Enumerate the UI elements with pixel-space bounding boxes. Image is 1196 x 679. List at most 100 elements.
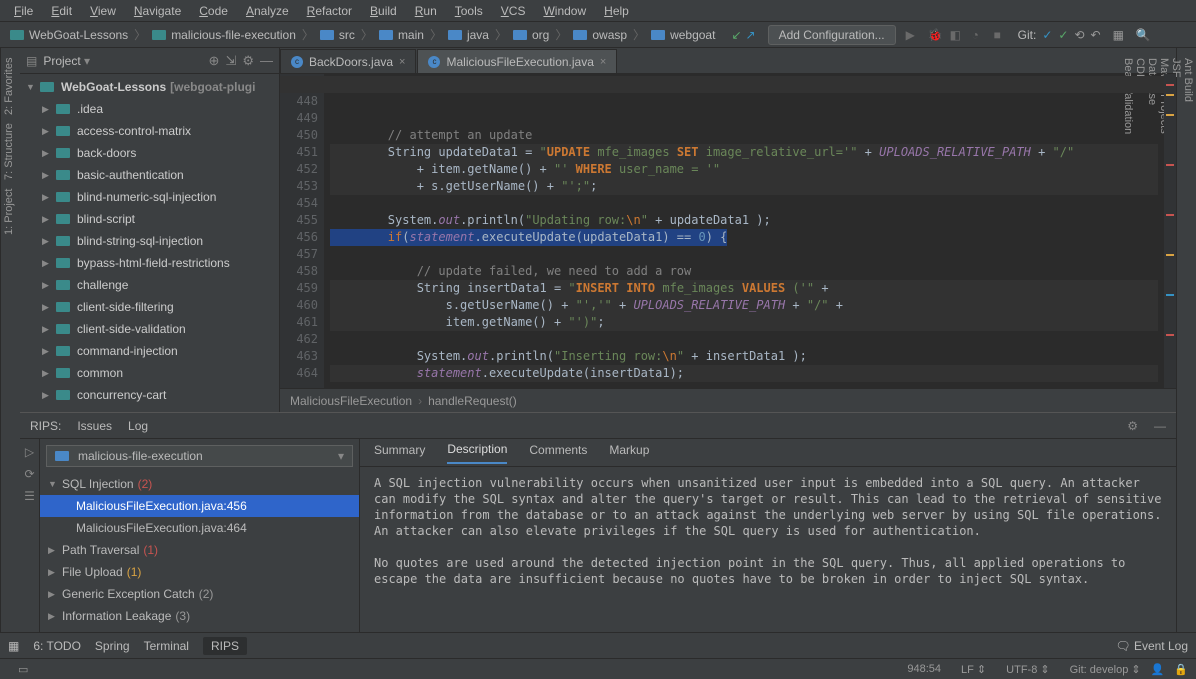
menu-file[interactable]: File xyxy=(6,2,41,20)
tree-item[interactable]: ▶concurrency-cart xyxy=(20,384,279,406)
breadcrumb-item[interactable]: malicious-file-execution xyxy=(148,27,300,43)
tree-item[interactable]: ▶bypass-html-field-restrictions xyxy=(20,252,279,274)
ide-settings-icon[interactable]: ▦ xyxy=(1113,28,1124,42)
git-revert-icon[interactable]: ↶ xyxy=(1091,28,1101,42)
rips-filter-icon[interactable]: ☰ xyxy=(24,489,35,503)
menu-code[interactable]: Code xyxy=(191,2,236,20)
status-processes-icon[interactable]: ▭ xyxy=(18,663,28,676)
left-tool----structure[interactable]: 7: Structure xyxy=(3,123,18,180)
status-lock-icon[interactable]: 🔒 xyxy=(1174,663,1188,676)
coverage-icon[interactable]: ◧ xyxy=(950,28,964,42)
editor-tab[interactable]: cBackDoors.java× xyxy=(280,49,416,73)
menu-analyze[interactable]: Analyze xyxy=(238,2,297,20)
left-tool----favorites[interactable]: 2: Favorites xyxy=(3,58,18,115)
rips-refresh-icon[interactable]: ⟳ xyxy=(24,467,34,481)
project-view-selector[interactable]: Project ▾ xyxy=(43,54,202,68)
profile-icon[interactable]: ◔ xyxy=(972,28,986,42)
tree-item[interactable]: ▶client-side-validation xyxy=(20,318,279,340)
tree-item[interactable]: ▶common xyxy=(20,362,279,384)
status-line-ending[interactable]: LF ⇕ xyxy=(951,663,986,676)
menu-refactor[interactable]: Refactor xyxy=(299,2,360,20)
tree-root[interactable]: ▼WebGoat-Lessons [webgoat-plugi xyxy=(20,76,279,98)
issue-category[interactable]: ▶ Path Traversal (1) xyxy=(40,539,359,561)
issue-category[interactable]: ▶ File Upload (1) xyxy=(40,561,359,583)
status-encoding[interactable]: UTF-8 ⇕ xyxy=(996,663,1049,676)
issue-file[interactable]: MaliciousFileExecution.java:456 xyxy=(40,495,359,517)
event-log-button[interactable]: 🗨 Event Log xyxy=(1115,639,1188,653)
rips-run-icon[interactable]: ▷ xyxy=(25,445,34,459)
vcs-up-icon[interactable]: ↙ xyxy=(731,28,741,42)
breadcrumb-item[interactable]: org xyxy=(509,27,553,43)
breadcrumb-item[interactable]: java xyxy=(444,27,493,43)
status-git-branch[interactable]: Git: develop ⇕ xyxy=(1060,663,1141,676)
menu-tools[interactable]: Tools xyxy=(447,2,491,20)
menu-run[interactable]: Run xyxy=(407,2,445,20)
rips-tab-log[interactable]: Log xyxy=(128,419,148,433)
status-caret-pos[interactable]: 948:54 xyxy=(907,663,941,675)
menu-build[interactable]: Build xyxy=(362,2,405,20)
tree-item[interactable]: ▶client-side-filtering xyxy=(20,296,279,318)
editor-breadcrumb[interactable]: MaliciousFileExecution›handleRequest() xyxy=(280,388,1176,412)
tree-item[interactable]: ▶access-control-matrix xyxy=(20,120,279,142)
code-area[interactable]: Statement statement = connection.createS… xyxy=(324,74,1164,388)
git-update-icon[interactable]: ✓ xyxy=(1042,28,1052,42)
tree-item[interactable]: ▶challenge xyxy=(20,274,279,296)
desc-tab-description[interactable]: Description xyxy=(447,442,507,464)
menu-bar: FileEditViewNavigateCodeAnalyzeRefactorB… xyxy=(0,0,1196,22)
status-inspection-icon[interactable]: 👤 xyxy=(1151,663,1165,676)
menu-navigate[interactable]: Navigate xyxy=(126,2,189,20)
rips-module-selector[interactable]: malicious-file-execution ▾ xyxy=(46,445,353,467)
breadcrumb-item[interactable]: main xyxy=(375,27,428,43)
git-history-icon[interactable]: ⟲ xyxy=(1074,28,1084,42)
tree-item[interactable]: ▶command-injection xyxy=(20,340,279,362)
desc-tab-summary[interactable]: Summary xyxy=(374,443,425,463)
error-stripe[interactable] xyxy=(1164,74,1176,388)
tree-item[interactable]: ▶blind-numeric-sql-injection xyxy=(20,186,279,208)
hide-icon[interactable]: — xyxy=(260,53,273,68)
stop-icon[interactable]: ■ xyxy=(994,28,1008,42)
search-everywhere-icon[interactable]: 🔍 xyxy=(1136,28,1151,42)
issue-category[interactable]: ▶ Information Leakage (3) xyxy=(40,605,359,627)
breadcrumb-item[interactable]: owasp xyxy=(569,27,631,43)
tree-item[interactable]: ▶blind-string-sql-injection xyxy=(20,230,279,252)
run-icon[interactable]: ▶ xyxy=(906,28,920,42)
tree-item[interactable]: ▶blind-script xyxy=(20,208,279,230)
settings-icon[interactable]: ⚙ xyxy=(242,53,254,69)
issue-category[interactable]: ▶ Generic Exception Catch (2) xyxy=(40,583,359,605)
tree-item[interactable]: ▶back-doors xyxy=(20,142,279,164)
editor-tab[interactable]: cMaliciousFileExecution.java× xyxy=(417,49,617,73)
desc-tab-markup[interactable]: Markup xyxy=(609,443,649,463)
left-tool----project[interactable]: 1: Project xyxy=(3,188,18,234)
breadcrumb-item[interactable]: src xyxy=(316,27,359,43)
breadcrumb-item[interactable]: WebGoat-Lessons xyxy=(6,27,132,43)
collapse-all-icon[interactable]: ⇲ xyxy=(225,53,236,69)
editor-gutter[interactable]: 447 448 449 450 451 452 453 454 455 456 … xyxy=(280,74,324,388)
tree-item[interactable]: ▶basic-authentication xyxy=(20,164,279,186)
desc-tab-comments[interactable]: Comments xyxy=(529,443,587,463)
close-tab-icon[interactable]: × xyxy=(600,56,606,68)
menu-vcs[interactable]: VCS xyxy=(493,2,534,20)
run-config-selector[interactable]: Add Configuration... xyxy=(768,25,896,45)
project-tool-window: ▤ Project ▾ ⊕ ⇲ ⚙ — ▼WebGoat-Lessons [we… xyxy=(20,48,280,412)
bottom-tool-terminal[interactable]: Terminal xyxy=(144,639,189,653)
tree-item[interactable]: ▶.idea xyxy=(20,98,279,120)
scroll-from-source-icon[interactable]: ⊕ xyxy=(209,53,220,69)
right-tool-ant-build[interactable]: Ant Build xyxy=(1182,58,1194,622)
menu-view[interactable]: View xyxy=(82,2,124,20)
vcs-down-icon[interactable]: ↗ xyxy=(746,28,756,42)
bottom-tool----todo[interactable]: 6: TODO xyxy=(33,639,81,653)
issue-file[interactable]: MaliciousFileExecution.java:464 xyxy=(40,517,359,539)
close-tab-icon[interactable]: × xyxy=(399,56,405,68)
git-commit-icon[interactable]: ✓ xyxy=(1058,28,1068,42)
menu-edit[interactable]: Edit xyxy=(43,2,80,20)
debug-icon[interactable]: 🐞 xyxy=(928,28,942,42)
editor: cBackDoors.java×cMaliciousFileExecution.… xyxy=(280,48,1176,412)
tool-window-quick-access-icon[interactable]: ▦ xyxy=(8,639,19,653)
menu-help[interactable]: Help xyxy=(596,2,637,20)
rips-tab-issues[interactable]: Issues xyxy=(77,419,112,433)
bottom-tool-spring[interactable]: Spring xyxy=(95,639,130,653)
breadcrumb-item[interactable]: webgoat xyxy=(647,27,719,43)
menu-window[interactable]: Window xyxy=(535,2,594,20)
bottom-tool-rips[interactable]: RIPS xyxy=(203,637,247,655)
issue-category[interactable]: ▼ SQL Injection (2) xyxy=(40,473,359,495)
